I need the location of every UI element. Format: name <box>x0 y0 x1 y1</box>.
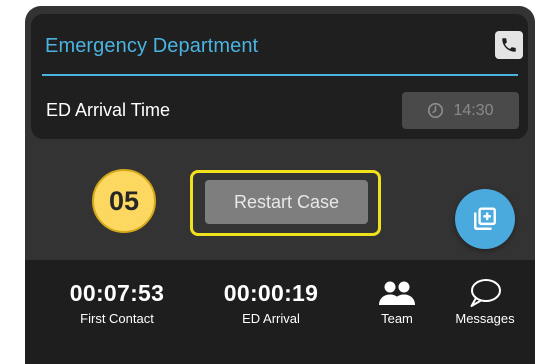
chat-bubble-icon <box>470 279 501 307</box>
nav-team-label: Team <box>381 311 413 326</box>
phone-icon <box>502 38 516 52</box>
first-contact-timer: 00:07:53 First Contact <box>57 280 177 326</box>
add-stack-icon <box>474 207 496 230</box>
first-contact-label: First Contact <box>80 311 154 326</box>
add-button[interactable] <box>455 189 515 249</box>
arrival-time-value: 14:30 <box>453 101 494 119</box>
arrival-time-field[interactable]: 14:30 <box>402 92 519 129</box>
ed-arrival-label: ED Arrival <box>242 311 300 326</box>
case-number-badge: 05 <box>92 169 156 233</box>
ed-card: Emergency Department ED Arrival Time 14:… <box>31 14 528 139</box>
nav-team[interactable]: Team <box>371 278 423 326</box>
nav-messages-label: Messages <box>455 311 515 326</box>
card-title: Emergency Department <box>45 35 259 57</box>
arrival-label: ED Arrival Time <box>46 100 171 120</box>
phone-button[interactable] <box>495 31 523 59</box>
nav-messages[interactable]: Messages <box>447 278 523 326</box>
card-divider <box>42 74 518 76</box>
ed-arrival-value: 00:00:19 <box>223 280 319 306</box>
first-contact-value: 00:07:53 <box>69 280 165 306</box>
clock-icon <box>428 102 444 119</box>
ed-arrival-timer: 00:00:19 ED Arrival <box>209 280 333 326</box>
restart-case-button[interactable]: Restart Case <box>205 180 368 224</box>
bottom-bar: 00:07:53 First Contact 00:00:19 ED Arriv… <box>25 260 535 364</box>
team-icon <box>379 281 415 305</box>
app-screen: Emergency Department ED Arrival Time 14:… <box>25 6 535 364</box>
